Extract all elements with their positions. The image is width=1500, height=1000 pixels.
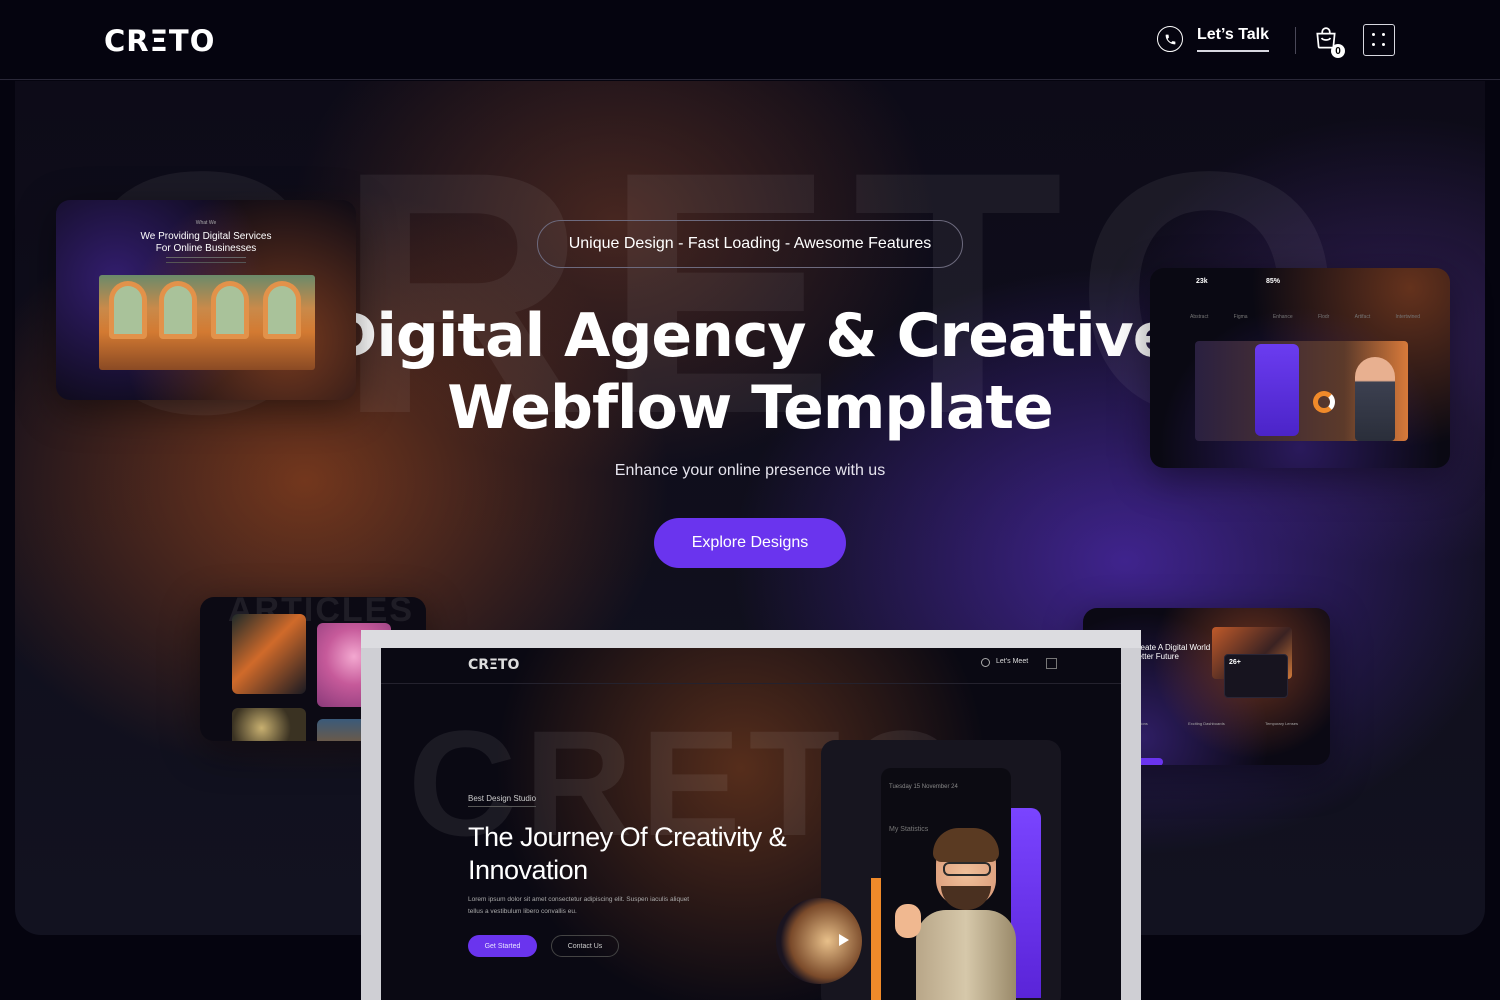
- preview-card-dashboard: 23k 85% Abstract Figma Enhance Flodr Art…: [1150, 268, 1450, 468]
- mockup-navbar: CRΞTO Let’s Meet: [381, 648, 1121, 684]
- character-illustration: [895, 828, 1021, 1000]
- hero-subtitle: Enhance your online presence with us: [614, 462, 886, 479]
- feature-list: Scaled Solutions Exciting Dashboards Tem…: [1118, 721, 1298, 726]
- character-hand: [895, 904, 921, 938]
- partner-logo: Flodr: [1317, 314, 1330, 320]
- partner-logos: Abstract Figma Enhance Flodr Artifact In…: [1190, 314, 1420, 320]
- arch-window: [211, 281, 249, 339]
- hero-title: Digital Agency & Creative Webflow Templa…: [300, 300, 1200, 444]
- preview-card-services: What We We Providing Digital Services Fo…: [56, 200, 356, 400]
- feature-item: Exciting Dashboards: [1188, 721, 1225, 726]
- stat-value: 85%: [1266, 278, 1281, 285]
- arch-window: [109, 281, 147, 339]
- character-figure: [1355, 357, 1395, 441]
- play-icon: [839, 934, 849, 946]
- feature-item: Temporary Lenses: [1265, 721, 1298, 726]
- mockup-contact-button: Contact Us: [551, 935, 619, 957]
- cart-count-badge: 0: [1331, 44, 1345, 58]
- phone-date: Tuesday 15 November 24: [889, 784, 958, 790]
- character-glasses: [943, 862, 991, 876]
- shell-video-thumbnail: [776, 898, 862, 984]
- arch-window: [263, 281, 301, 339]
- features-pill: Unique Design - Fast Loading - Awesome F…: [537, 220, 963, 268]
- mockup-page: CRETO CRΞTO Let’s Meet Best Design Studi…: [381, 648, 1121, 1000]
- card-text-lines: [166, 257, 246, 263]
- partner-logo: Enhance: [1272, 314, 1293, 320]
- mockup-logo: CRΞTO: [468, 657, 520, 673]
- phone-stats-label: My Statistics: [889, 826, 929, 833]
- explore-designs-button[interactable]: Explore Designs: [654, 518, 846, 568]
- mockup-headline: The Journey Of Creativity & Innovation: [468, 822, 787, 885]
- menu-dot: [1382, 33, 1385, 36]
- mockup-talk-link: Let’s Meet: [996, 658, 1029, 665]
- character-hair: [933, 828, 999, 862]
- partner-logo: Artifact: [1354, 314, 1371, 320]
- article-thumbnail: [232, 614, 306, 694]
- dashboard-panel: [1195, 341, 1408, 441]
- lets-talk-label[interactable]: Let’s Talk: [1197, 26, 1270, 52]
- character-torso: [916, 910, 1016, 1000]
- card-title: We Providing Digital Services For Online…: [140, 231, 272, 254]
- donut-chart-icon: [1313, 391, 1335, 413]
- menu-dot: [1382, 43, 1385, 46]
- hero-title-line2: Webflow Template: [447, 373, 1053, 443]
- menu-grid-button[interactable]: [1363, 24, 1395, 56]
- character-beard: [941, 886, 991, 910]
- phone-mockup: [1255, 344, 1299, 436]
- stats-box: 26+: [1224, 654, 1288, 698]
- partner-logo: Intertwined: [1395, 314, 1420, 320]
- cart-button[interactable]: 0: [1313, 26, 1345, 58]
- phone-icon: [981, 658, 990, 667]
- orange-bar: [871, 878, 881, 1000]
- lets-talk-link[interactable]: Let’s Talk: [1157, 26, 1270, 52]
- menu-dot: [1372, 33, 1375, 36]
- mockup-body: Lorem ipsum dolor sit amet consectetur a…: [468, 896, 690, 915]
- logo[interactable]: CRΞTO: [104, 24, 215, 58]
- nav-divider: [1295, 27, 1296, 54]
- partner-logo: Figma: [1233, 314, 1248, 320]
- mockup-get-started-button: Get Started: [468, 935, 537, 957]
- top-navbar: CRΞTO Let’s Talk 0: [0, 0, 1500, 80]
- browser-chrome: [361, 630, 1141, 648]
- mockup-eyebrow: Best Design Studio: [468, 794, 537, 807]
- card-eyebrow: What We: [195, 220, 217, 226]
- partner-logo: Abstract: [1190, 314, 1209, 320]
- hero-title-line1: Digital Agency & Creative: [327, 301, 1174, 371]
- menu-icon: [1046, 658, 1057, 669]
- arch-window: [159, 281, 197, 339]
- lounge-image: [99, 275, 315, 370]
- phone-icon: [1157, 26, 1183, 52]
- stat-value: 26+: [1229, 659, 1241, 666]
- stat-value: 23k: [1196, 278, 1208, 285]
- article-thumbnail: [232, 708, 306, 741]
- menu-dot: [1372, 43, 1375, 46]
- template-preview-mockup: CRETO CRΞTO Let’s Meet Best Design Studi…: [361, 630, 1141, 1000]
